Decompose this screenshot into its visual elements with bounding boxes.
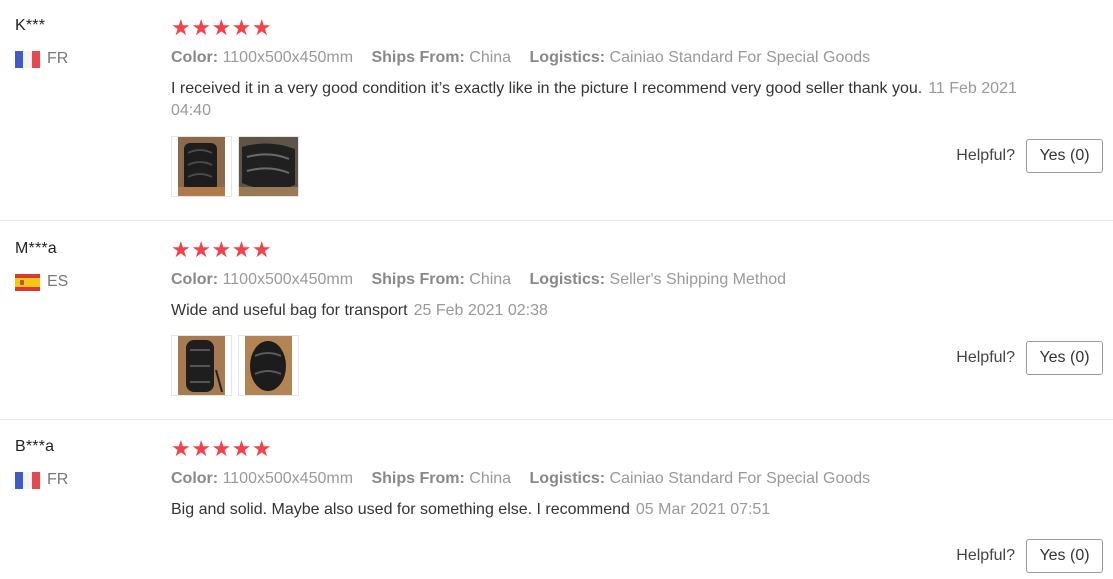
review-photo-thumbnail[interactable]: [171, 136, 232, 197]
review-item: M***a ES ★★★★★ Color: 1100x500x450mm Shi…: [0, 221, 1113, 420]
ships-from-label: Ships From:: [371, 271, 465, 288]
country-code: FR: [47, 471, 69, 488]
review-item: K*** FR ★★★★★ Color: 1100x500x450mm Ship…: [0, 0, 1113, 221]
review-body: Big and solid. Maybe also used for somet…: [171, 499, 1051, 521]
ships-from-value: China: [469, 49, 512, 66]
review-attributes: Color: 1100x500x450mm Ships From: China …: [171, 469, 1071, 489]
helpful-yes-button[interactable]: Yes (0): [1026, 139, 1103, 173]
reviewer-country: ES: [15, 272, 68, 292]
ships-from-value: China: [469, 470, 512, 487]
reviewer-country: FR: [15, 470, 68, 490]
review-attributes: Color: 1100x500x450mm Ships From: China …: [171, 48, 1071, 68]
star-rating-icon: ★★★★★: [171, 237, 273, 262]
helpful-yes-button[interactable]: Yes (0): [1026, 341, 1103, 375]
review-text: I received it in a very good condition i…: [171, 80, 923, 97]
logistics-label: Logistics:: [529, 49, 606, 66]
helpful-section: Helpful? Yes (0): [956, 539, 1103, 573]
review-photo-thumbnail[interactable]: [171, 335, 232, 396]
logistics-value: Cainiao Standard For Special Goods: [609, 49, 871, 66]
review-item: B***a FR ★★★★★ Color: 1100x500x450mm Shi…: [0, 420, 1113, 579]
france-flag-icon: [15, 50, 40, 68]
country-code: ES: [47, 273, 69, 290]
logistics-value: Cainiao Standard For Special Goods: [609, 470, 871, 487]
review-photos: [171, 335, 1071, 396]
helpful-label: Helpful?: [956, 547, 1015, 564]
reviewer-info: M***a ES: [15, 239, 68, 292]
country-code: FR: [47, 50, 69, 67]
reviewer-info: K*** FR: [15, 16, 68, 69]
helpful-label: Helpful?: [956, 147, 1015, 164]
ships-from-label: Ships From:: [371, 49, 465, 66]
review-body: I received it in a very good condition i…: [171, 78, 1051, 122]
ships-from-value: China: [469, 271, 512, 288]
reviewer-info: B***a FR: [15, 437, 68, 490]
review-body: Wide and useful bag for transport 25 Feb …: [171, 300, 1051, 322]
helpful-section: Helpful? Yes (0): [956, 341, 1103, 375]
color-label: Color:: [171, 49, 219, 66]
color-label: Color:: [171, 470, 219, 487]
color-value: 1100x500x450mm: [222, 470, 354, 487]
helpful-label: Helpful?: [956, 349, 1015, 366]
review-photo-thumbnail[interactable]: [238, 335, 299, 396]
logistics-value: Seller's Shipping Method: [609, 271, 787, 288]
review-content: ★★★★★ Color: 1100x500x450mm Ships From: …: [171, 438, 1071, 521]
color-value: 1100x500x450mm: [222, 49, 354, 66]
logistics-label: Logistics:: [529, 271, 606, 288]
reviewer-country: FR: [15, 49, 68, 69]
review-text: Big and solid. Maybe also used for somet…: [171, 501, 630, 518]
review-photo-thumbnail[interactable]: [238, 136, 299, 197]
helpful-yes-button[interactable]: Yes (0): [1026, 539, 1103, 573]
reviewer-name: B***a: [15, 438, 55, 455]
helpful-section: Helpful? Yes (0): [956, 139, 1103, 173]
star-rating-icon: ★★★★★: [171, 436, 273, 461]
review-content: ★★★★★ Color: 1100x500x450mm Ships From: …: [171, 239, 1071, 396]
logistics-label: Logistics:: [529, 470, 606, 487]
reviewer-name: M***a: [15, 240, 57, 257]
review-date: 25 Feb 2021 02:38: [413, 302, 548, 319]
review-photos: [171, 136, 1071, 197]
color-label: Color:: [171, 271, 219, 288]
review-date: 05 Mar 2021 07:51: [635, 501, 771, 518]
reviewer-name: K***: [15, 17, 46, 34]
spain-flag-icon: [15, 273, 40, 291]
review-attributes: Color: 1100x500x450mm Ships From: China …: [171, 270, 1071, 290]
france-flag-icon: [15, 471, 40, 489]
review-content: ★★★★★ Color: 1100x500x450mm Ships From: …: [171, 17, 1071, 197]
star-rating-icon: ★★★★★: [171, 15, 273, 40]
ships-from-label: Ships From:: [371, 470, 465, 487]
review-text: Wide and useful bag for transport: [171, 302, 408, 319]
color-value: 1100x500x450mm: [222, 271, 354, 288]
